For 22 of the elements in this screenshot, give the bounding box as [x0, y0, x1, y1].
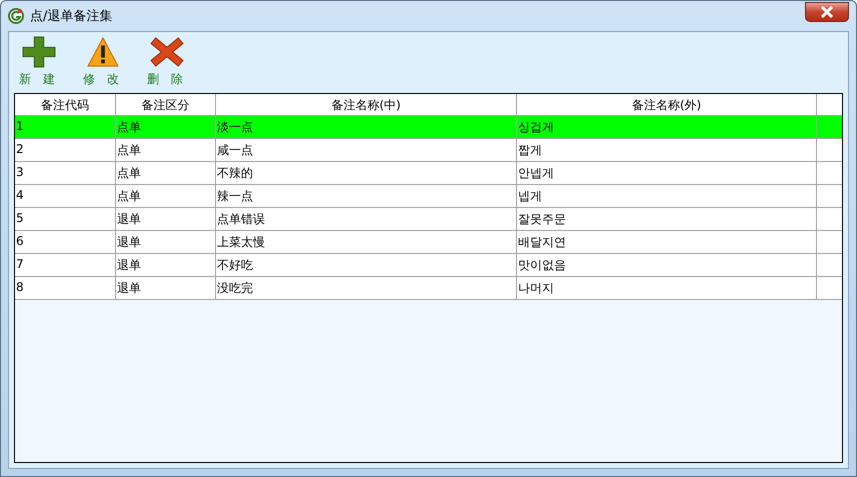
app-logo-icon [8, 8, 24, 24]
table-row[interactable]: 3 点单 不辣的 안넵게 [15, 162, 842, 185]
close-button[interactable] [805, 2, 849, 22]
table-row[interactable]: 6 退单 上菜太慢 배달지연 [15, 231, 842, 254]
add-button[interactable]: 新 建 [18, 36, 60, 88]
close-icon [820, 6, 834, 18]
delete-button[interactable]: 删 除 [146, 36, 188, 88]
plus-icon [21, 36, 57, 68]
table-row[interactable]: 4 点单 辣一点 넵게 [15, 185, 842, 208]
table-row[interactable]: 7 退单 不好吃 맛이없음 [15, 254, 842, 277]
table-row[interactable]: 5 退单 点单错误 잘못주문 [15, 208, 842, 231]
delete-icon [149, 36, 185, 68]
table-row[interactable]: 8 退单 没吃完 나머지 [15, 277, 842, 300]
warning-icon [85, 36, 121, 68]
table-row[interactable]: 1 点单 淡一点 싱겁게 [15, 116, 842, 139]
warning-button[interactable]: 修 改 [82, 36, 124, 88]
table-cell: 나머지 [517, 277, 817, 300]
table-cell: 退单 [116, 277, 216, 300]
table-cell: 8 [15, 277, 116, 300]
table-cell: 没吃完 [216, 277, 517, 300]
table-row[interactable]: 2 点单 咸一点 짭게 [15, 139, 842, 162]
window-title: 点/退单备注集 [30, 8, 114, 25]
